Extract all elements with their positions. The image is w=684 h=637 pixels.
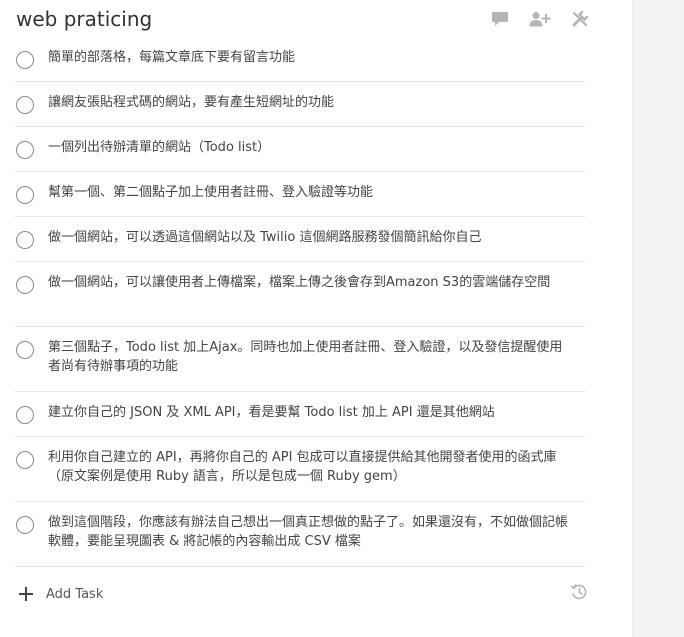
task-item[interactable]: 做一個網站，可以讓使用者上傳檔案，檔案上傳之後會存到Amazon S3的雲端儲存… xyxy=(15,262,585,327)
task-title[interactable]: 幫第一個、第二個點子加上使用者註冊、登入驗證等功能 xyxy=(48,183,568,202)
task-title[interactable]: 第三個點子，Todo list 加上Ajax。同時也加上使用者註冊、登入驗證，以… xyxy=(48,338,568,376)
list-title[interactable]: web praticing xyxy=(16,6,152,32)
task-list: 簡單的部落格，每篇文章底下要有留言功能 讓網友張貼程式碼的網站，要有產生短網址的… xyxy=(15,37,585,567)
task-title[interactable]: 建立你自己的 JSON 及 XML API，看是要幫 Todo list 加上 … xyxy=(48,403,568,422)
task-item[interactable]: 一個列出待辦清單的網站（Todo list） xyxy=(15,127,585,172)
wrench-icon xyxy=(571,10,589,28)
task-checkbox[interactable] xyxy=(16,406,34,424)
list-header: web praticing xyxy=(0,0,632,40)
task-title[interactable]: 做到這個階段，你應該有辦法自己想出一個真正想做的點子了。如果還沒有，不如做個記帳… xyxy=(48,513,568,551)
task-item[interactable]: 幫第一個、第二個點子加上使用者註冊、登入驗證等功能 xyxy=(15,172,585,217)
task-title[interactable]: 簡單的部落格，每篇文章底下要有留言功能 xyxy=(48,48,568,67)
task-checkbox[interactable] xyxy=(16,451,34,469)
task-item[interactable]: 讓網友張貼程式碼的網站，要有產生短網址的功能 xyxy=(15,82,585,127)
task-item[interactable]: 第三個點子，Todo list 加上Ajax。同時也加上使用者註冊、登入驗證，以… xyxy=(15,327,585,392)
task-item[interactable]: 建立你自己的 JSON 及 XML API，看是要幫 Todo list 加上 … xyxy=(15,392,585,437)
header-actions xyxy=(488,9,592,29)
task-checkbox[interactable] xyxy=(16,276,34,294)
task-checkbox[interactable] xyxy=(16,51,34,69)
plus-icon[interactable] xyxy=(16,584,36,604)
add-user-icon xyxy=(529,11,551,27)
task-checkbox[interactable] xyxy=(16,141,34,159)
history-icon xyxy=(570,583,588,605)
task-checkbox[interactable] xyxy=(16,186,34,204)
task-item[interactable]: 做一個網站，可以透過這個網站以及 Twilio 這個網路服務發個簡訊給你自己 xyxy=(15,217,585,262)
task-checkbox[interactable] xyxy=(16,231,34,249)
list-panel: web praticing 簡單的部落格，每篇文章底下要有留言功能 讓網友張貼程… xyxy=(0,0,632,637)
add-task-button[interactable]: Add Task xyxy=(46,587,103,602)
share-list-button[interactable] xyxy=(528,9,552,29)
task-checkbox[interactable] xyxy=(16,516,34,534)
task-title[interactable]: 做一個網站，可以透過這個網站以及 Twilio 這個網路服務發個簡訊給你自己 xyxy=(48,228,568,247)
task-item[interactable]: 簡單的部落格，每篇文章底下要有留言功能 xyxy=(15,37,585,82)
comment-button[interactable] xyxy=(488,9,512,29)
task-title[interactable]: 利用你自己建立的 API，再將你自己的 API 包成可以直接提供給其他開發者使用… xyxy=(48,448,568,486)
task-title[interactable]: 做一個網站，可以讓使用者上傳檔案，檔案上傳之後會存到Amazon S3的雲端儲存… xyxy=(48,273,568,292)
history-button[interactable] xyxy=(569,584,589,604)
list-options-button[interactable] xyxy=(568,9,592,29)
todo-app: web praticing 簡單的部落格，每篇文章底下要有留言功能 讓網友張貼程… xyxy=(0,0,684,637)
task-checkbox[interactable] xyxy=(16,96,34,114)
task-checkbox[interactable] xyxy=(16,341,34,359)
comment-icon xyxy=(491,11,509,27)
task-title[interactable]: 讓網友張貼程式碼的網站，要有產生短網址的功能 xyxy=(48,93,568,112)
task-item[interactable]: 利用你自己建立的 API，再將你自己的 API 包成可以直接提供給其他開發者使用… xyxy=(15,437,585,502)
task-item[interactable]: 做到這個階段，你應該有辦法自己想出一個真正想做的點子了。如果還沒有，不如做個記帳… xyxy=(15,502,585,567)
task-title[interactable]: 一個列出待辦清單的網站（Todo list） xyxy=(48,138,568,157)
side-panel-strip xyxy=(632,0,684,637)
add-task-row[interactable]: Add Task xyxy=(16,583,591,605)
